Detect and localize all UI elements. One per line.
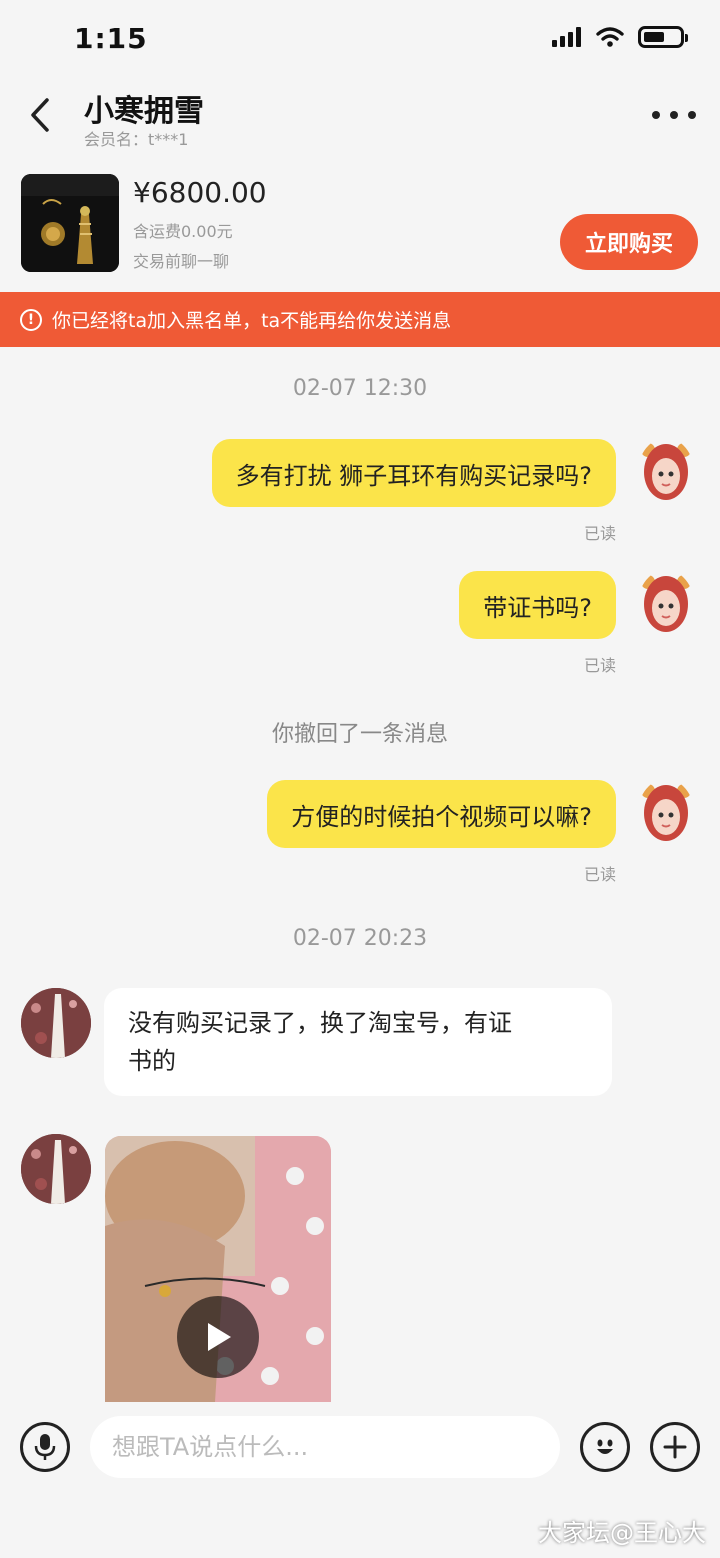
message-timestamp: 02-07 20:23 <box>292 926 428 951</box>
message-input[interactable] <box>90 1416 560 1478</box>
chat-before-trade: 交易前聊一聊 <box>133 252 230 271</box>
message-line: 没有购买记录了，换了淘宝号，有证 <box>128 1009 512 1037</box>
play-button[interactable] <box>177 1296 259 1378</box>
message-timestamp: 02-07 12:30 <box>292 376 428 401</box>
status-time: 1:15 <box>74 22 148 55</box>
contact-avatar[interactable] <box>21 988 91 1058</box>
input-bar: 大家坛@王心大 <box>0 1402 720 1558</box>
play-icon <box>208 1323 231 1351</box>
read-status: 已读 <box>583 865 616 884</box>
my-avatar[interactable] <box>638 779 694 847</box>
back-arrow-icon <box>31 98 49 132</box>
video-message[interactable] <box>105 1136 331 1402</box>
microphone-icon <box>34 1434 56 1460</box>
contact-avatar[interactable] <box>21 1134 91 1204</box>
status-bar: 1:15 <box>0 0 720 80</box>
status-icons <box>552 26 688 48</box>
emoji-icon <box>597 1439 613 1454</box>
chat-header: 小寒拥雪 会员名：t***1 <box>0 80 720 160</box>
shipping-fee: 含运费0.00元 <box>133 222 233 241</box>
plus-icon <box>663 1435 687 1459</box>
message-line: 书的 <box>128 1047 176 1075</box>
voice-button[interactable] <box>20 1422 70 1472</box>
buy-now-button[interactable]: 立即购买 <box>560 214 698 270</box>
my-avatar[interactable] <box>638 570 694 638</box>
product-price: ¥6800.00 <box>133 176 267 209</box>
battery-icon <box>638 26 688 48</box>
product-card[interactable]: ¥6800.00 含运费0.00元 交易前聊一聊 立即购买 <box>0 160 720 292</box>
signal-icon <box>552 27 581 47</box>
plus-button[interactable] <box>650 1422 700 1472</box>
message-bubble-sent[interactable]: 带证书吗? <box>459 571 616 639</box>
chat-title: 小寒拥雪 <box>84 94 204 129</box>
message-bubble-received[interactable]: 没有购买记录了，换了淘宝号，有证 书的 <box>104 988 612 1096</box>
read-status: 已读 <box>583 524 616 543</box>
wifi-icon <box>596 27 624 47</box>
alert-circle-icon: ! <box>20 308 42 331</box>
back-button[interactable] <box>20 92 60 138</box>
more-dots-icon <box>652 111 660 119</box>
member-name: 会员名：t***1 <box>84 130 189 149</box>
more-button[interactable] <box>652 102 696 128</box>
my-avatar[interactable] <box>638 438 694 506</box>
message-bubble-sent[interactable]: 方便的时候拍个视频可以嘛? <box>267 780 616 848</box>
notice-text: 你已经将ta加入黑名单，ta不能再给你发送消息 <box>52 310 452 332</box>
message-bubble-sent[interactable]: 多有打扰 狮子耳环有购买记录吗? <box>211 439 616 507</box>
read-status: 已读 <box>583 656 616 675</box>
blacklist-notice: ! 你已经将ta加入黑名单，ta不能再给你发送消息 <box>0 292 720 347</box>
emoji-button[interactable] <box>580 1422 630 1472</box>
product-image[interactable] <box>21 174 119 272</box>
watermark: 大家坛@王心大 <box>538 1519 706 1547</box>
recall-notice: 你撤回了一条消息 <box>271 722 448 747</box>
